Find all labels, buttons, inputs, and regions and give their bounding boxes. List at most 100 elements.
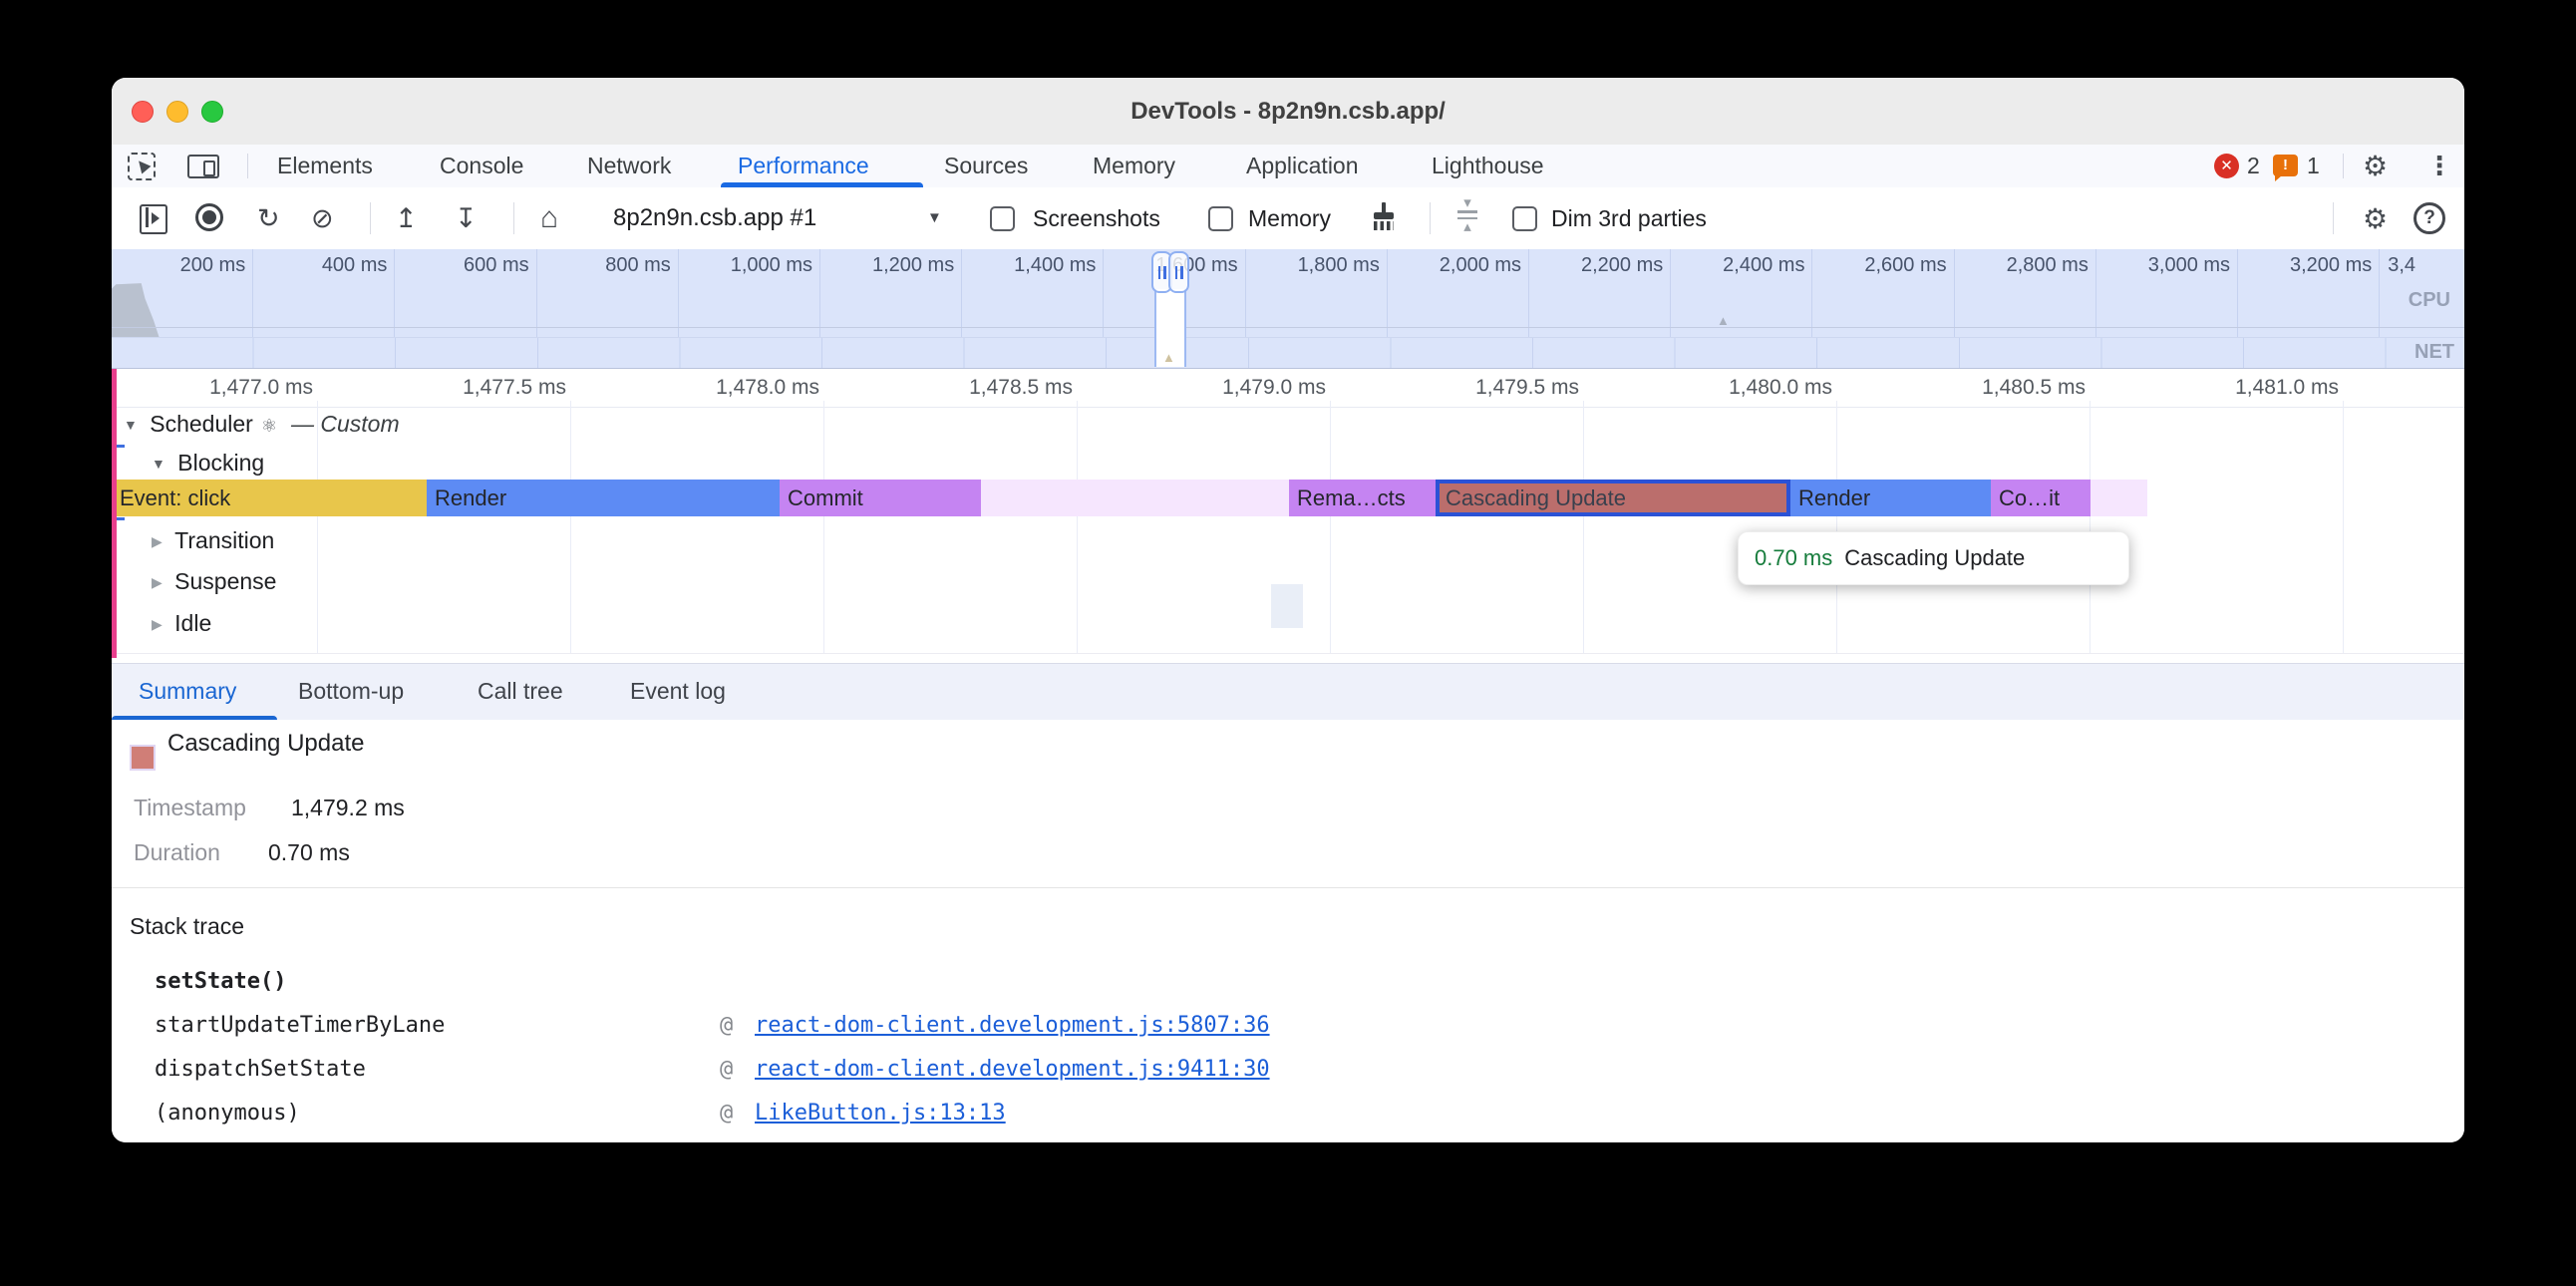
flame-bar-label: Render (1798, 485, 1870, 510)
flame-bar[interactable] (981, 480, 1289, 516)
target-selector[interactable]: 8p2n9n.csb.app #1 (613, 187, 816, 249)
tab-console[interactable]: Console (440, 145, 523, 186)
tab-call-tree[interactable]: Call tree (478, 664, 563, 721)
inspect-element-icon[interactable] (128, 153, 156, 180)
expand-triangle-icon[interactable]: ▼ (152, 456, 165, 472)
collapsed-triangle-icon[interactable]: ▶ (152, 574, 162, 590)
chevron-down-icon[interactable]: ▼ (927, 187, 942, 249)
performance-toolbar: ↻ ⊘ ↥ ↧ ⌂ 8p2n9n.csb.app #1 ▼ Screenshot… (112, 187, 2464, 249)
clear-recording-icon[interactable]: ⊘ (311, 187, 334, 249)
stack-frame-at: @ (720, 1004, 733, 1048)
tab-sources[interactable]: Sources (944, 145, 1028, 186)
stack-frame-function: startUpdateTimerByLane (155, 1004, 445, 1048)
flame-bar[interactable]: Render (427, 480, 780, 516)
help-icon[interactable]: ? (2414, 202, 2445, 234)
flame-bar-label: Cascading Update (1446, 485, 1626, 510)
window-title: DevTools - 8p2n9n.csb.app/ (112, 78, 2464, 145)
flame-bar[interactable]: Commit (780, 480, 981, 516)
timestamp-label: Timestamp (134, 795, 246, 820)
timestamp-row: Timestamp 1,479.2 ms (134, 794, 246, 821)
collapsed-triangle-icon[interactable]: ▶ (152, 533, 162, 549)
stack-frame-row: setState() (112, 960, 2464, 1004)
memory-label[interactable]: Memory (1248, 187, 1331, 249)
capture-settings-gear-icon[interactable]: ⚙ (2363, 187, 2388, 249)
network-overview-band[interactable]: NET (112, 337, 2464, 369)
stack-frame-at: @ (720, 1048, 733, 1092)
memory-checkbox[interactable] (1208, 206, 1233, 231)
screenshots-label[interactable]: Screenshots (1033, 187, 1160, 249)
flame-bar[interactable]: Cascading Update (1436, 480, 1790, 516)
tab-memory[interactable]: Memory (1093, 145, 1175, 186)
expand-triangle-icon[interactable]: ▼ (124, 417, 138, 433)
load-profile-icon[interactable]: ↥ (395, 187, 418, 249)
overview-cell: 2,600 ms (1812, 249, 1954, 337)
stack-frame-source-link[interactable]: LikeButton.js:13:13 (755, 1092, 1006, 1135)
cursor-arrow-icon (135, 158, 152, 174)
screenshots-checkbox[interactable] (990, 206, 1015, 231)
scroll-thumb-artifact (1271, 584, 1303, 628)
divider (2333, 202, 2334, 234)
flame-bar[interactable]: Render (1790, 480, 1991, 516)
flame-bar-label: Render (435, 485, 506, 510)
track-suspense-label[interactable]: Suspense (174, 568, 276, 594)
track-transition-label[interactable]: Transition (174, 527, 274, 553)
duration-label: Duration (134, 839, 220, 865)
track-highlight-bar (112, 369, 117, 658)
dim-3rd-parties-checkbox[interactable] (1512, 206, 1537, 231)
dim-3rd-parties-label[interactable]: Dim 3rd parties (1551, 187, 1707, 249)
timeline-overview[interactable]: 200 ms400 ms600 ms800 ms1,000 ms1,200 ms… (112, 249, 2464, 337)
detail-time-ruler[interactable]: 1,477.0 ms1,477.5 ms1,478.0 ms1,478.5 ms… (112, 369, 2464, 408)
flame-bar[interactable]: Rema…cts (1289, 480, 1436, 516)
selection-window[interactable]: ▲ (1154, 289, 1186, 367)
tab-elements[interactable]: Elements (277, 145, 373, 186)
devtools-tabbar: Elements Console Network Performance Sou… (112, 145, 2464, 188)
tab-bottom-up[interactable]: Bottom-up (298, 664, 404, 721)
cpu-track-label: CPU (2409, 289, 2450, 312)
selection-right-handle[interactable] (1168, 251, 1189, 293)
device-toolbar-icon[interactable] (187, 155, 219, 178)
collapsed-triangle-icon[interactable]: ▶ (152, 616, 162, 632)
tab-network[interactable]: Network (587, 145, 671, 186)
flame-chart[interactable]: ▼ Scheduler⚛— Custom ▼ Blocking Event: c… (112, 407, 2464, 654)
settings-gear-icon[interactable]: ⚙ (2363, 145, 2388, 186)
track-scheduler-label[interactable]: Scheduler (150, 411, 253, 437)
flame-bar-tooltip: 0.70 ms Cascading Update (1738, 531, 2129, 585)
track-idle-label[interactable]: Idle (174, 610, 211, 636)
track-blocking-label[interactable]: Blocking (177, 450, 264, 476)
net-track-label: NET (2415, 341, 2454, 364)
window-titlebar[interactable]: DevTools - 8p2n9n.csb.app/ (112, 78, 2464, 146)
tab-lighthouse[interactable]: Lighthouse (1432, 145, 1544, 186)
tooltip-label: Cascading Update (1844, 545, 2025, 571)
warning-icon[interactable]: ! (2273, 155, 2298, 176)
tab-summary[interactable]: Summary (139, 664, 236, 721)
home-live-metrics-icon[interactable]: ⌂ (540, 187, 558, 249)
tab-performance[interactable]: Performance (738, 145, 869, 186)
stack-frame-source-link[interactable]: react-dom-client.development.js:5807:36 (755, 1004, 1270, 1048)
toggle-sidebar-icon[interactable] (140, 204, 167, 234)
error-count: 2 (2247, 145, 2260, 186)
overview-cell: 1,400 ms (962, 249, 1104, 337)
legend-color-swatch (130, 745, 156, 771)
save-profile-icon[interactable]: ↧ (455, 187, 478, 249)
flame-bar[interactable]: Event: click (112, 480, 427, 516)
collect-garbage-icon[interactable] (1370, 202, 1398, 232)
tab-application[interactable]: Application (1246, 145, 1359, 186)
kebab-menu-icon[interactable]: ⋮ (2426, 145, 2452, 186)
duration-row: Duration 0.70 ms (134, 838, 220, 866)
flame-bar-label: Co…it (1999, 485, 2060, 510)
error-icon[interactable]: ✕ (2214, 154, 2239, 178)
flame-bar[interactable]: Co…it (1991, 480, 2091, 516)
ruler-tick-label: 1,479.0 ms (1182, 376, 1326, 400)
flame-bar-label: Commit (788, 485, 863, 510)
overview-cell: 2,200 ms (1529, 249, 1671, 337)
flame-bar[interactable] (2091, 480, 2147, 516)
stack-trace-title: Stack trace (130, 913, 244, 940)
ruler-tick-label: 1,481.0 ms (2195, 376, 2339, 400)
reload-and-record-icon[interactable]: ↻ (257, 187, 280, 249)
stack-frame-source-link[interactable]: react-dom-client.development.js:9411:30 (755, 1048, 1270, 1092)
stack-trace-list: setState() startUpdateTimerByLane @ reac… (112, 960, 2464, 1135)
record-button[interactable] (195, 203, 223, 231)
tab-event-log[interactable]: Event log (630, 664, 726, 721)
shortcut-collapse-icon[interactable]: ▾ ▴ (1455, 197, 1479, 232)
ruler-tick-label: 1,478.5 ms (929, 376, 1073, 400)
